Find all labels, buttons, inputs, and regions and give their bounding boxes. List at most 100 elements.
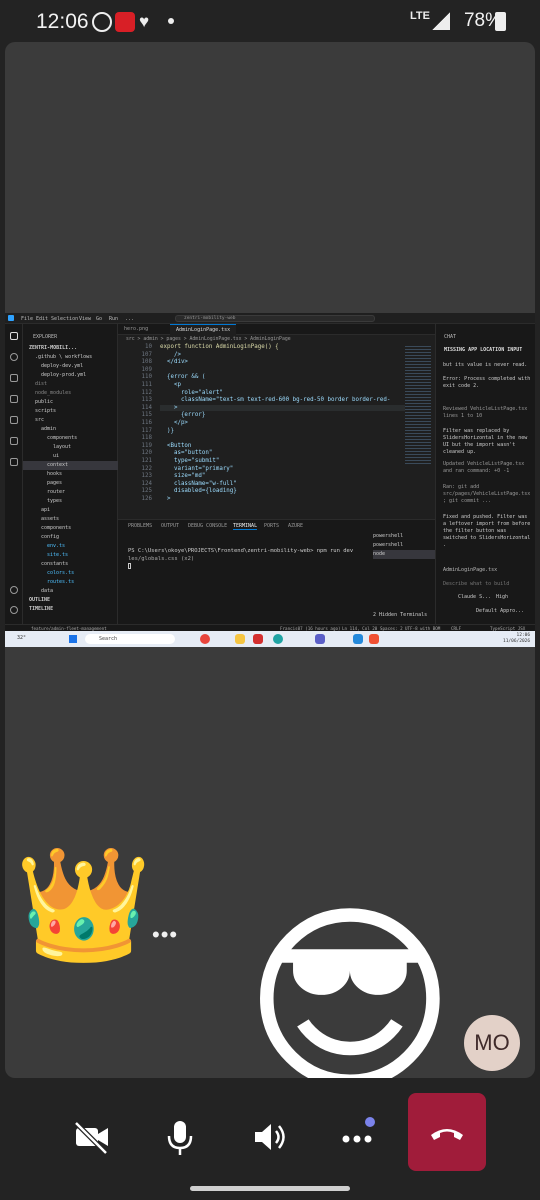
code-editor[interactable]: hero.png AdminLoginPage.tsx src > admin …: [118, 324, 435, 519]
tab-output[interactable]: OUTPUT: [161, 523, 179, 529]
vscode-title-bar: File Edit Selection View Go Run ... zent…: [5, 313, 535, 324]
settings-gear-icon[interactable]: [10, 606, 18, 614]
tab-ports[interactable]: PORTS: [264, 523, 279, 529]
code-line: >: [160, 496, 171, 502]
tab-debug-console[interactable]: DEBUG CONSOLE: [188, 523, 227, 529]
speaker-button[interactable]: [247, 1115, 291, 1159]
hang-up-button[interactable]: [408, 1093, 486, 1171]
tree-item[interactable]: deploy-dev.yml: [23, 362, 118, 371]
tab-azure[interactable]: AZURE: [288, 523, 303, 529]
tree-item[interactable]: ZENTRI-MOBILI...: [23, 344, 118, 353]
tree-item[interactable]: routes.ts: [23, 578, 118, 587]
breadcrumb[interactable]: src > admin > pages > AdminLoginPage.tsx…: [118, 335, 435, 344]
hidden-terminals[interactable]: 2 Hidden Terminals: [373, 611, 435, 620]
command-center-search[interactable]: zentri-mobility-web: [175, 315, 375, 322]
tree-item[interactable]: data: [23, 587, 118, 596]
minimap[interactable]: [405, 344, 431, 464]
tree-item[interactable]: router: [23, 488, 118, 497]
code-line: />: [160, 351, 181, 358]
participant-avatar[interactable]: MO: [464, 1015, 520, 1071]
main-video-tile[interactable]: File Edit Selection View Go Run ... zent…: [5, 42, 535, 1078]
tree-item[interactable]: hooks: [23, 470, 118, 479]
tree-item[interactable]: api: [23, 506, 118, 515]
vscode-icon[interactable]: [353, 634, 363, 644]
outline-section[interactable]: OUTLINE: [23, 596, 118, 605]
menu-file[interactable]: File: [21, 316, 33, 322]
tree-item[interactable]: config: [23, 533, 118, 542]
code-line: disabled={loading}: [160, 488, 237, 495]
menu-selection[interactable]: Selection: [51, 316, 78, 322]
tree-item[interactable]: .github \ workflows: [23, 353, 118, 362]
start-icon[interactable]: [69, 635, 77, 643]
extensions-icon[interactable]: [10, 416, 18, 424]
run-debug-icon[interactable]: [10, 395, 18, 403]
chat-file-chip[interactable]: AdminLoginPage.tsx: [443, 567, 531, 574]
camera-off-button[interactable]: [70, 1115, 114, 1159]
heart-icon: ♥: [139, 12, 150, 31]
tree-item[interactable]: types: [23, 497, 118, 506]
more-options-icon[interactable]: •••: [152, 922, 178, 948]
tree-item[interactable]: deploy-prod.yml: [23, 371, 118, 380]
tree-item[interactable]: node_modules: [23, 389, 118, 398]
terminal-item[interactable]: powershell: [373, 541, 435, 550]
chrome-icon[interactable]: [200, 634, 210, 644]
terminal-item[interactable]: node: [373, 550, 435, 559]
tree-item[interactable]: public: [23, 398, 118, 407]
menu-view[interactable]: View: [79, 316, 91, 322]
testing-icon[interactable]: [10, 458, 18, 466]
file-explorer-icon[interactable]: [235, 634, 245, 644]
chat-model-picker[interactable]: Claude S...: [458, 594, 498, 601]
menu-edit[interactable]: Edit: [36, 316, 48, 322]
home-indicator[interactable]: [190, 1186, 350, 1191]
tree-item[interactable]: layout: [23, 443, 118, 452]
account-icon[interactable]: [10, 586, 18, 594]
tree-item[interactable]: scripts: [23, 407, 118, 416]
source-control-icon[interactable]: [10, 374, 18, 382]
code-line: </div>: [160, 359, 188, 366]
line-number: 107: [141, 351, 152, 358]
editor-tabs: hero.png AdminLoginPage.tsx: [118, 324, 435, 335]
tab-hero-png[interactable]: hero.png: [118, 324, 154, 335]
tree-item[interactable]: site.ts: [23, 551, 118, 560]
terminal-output[interactable]: PS C:\Users\okoye\PROJECTS\Frontend\zent…: [128, 547, 353, 569]
tree-item[interactable]: env.ts: [23, 542, 118, 551]
azure-icon[interactable]: [10, 437, 18, 445]
search-icon[interactable]: [10, 353, 18, 361]
tree-item[interactable]: context: [23, 461, 118, 470]
tree-item[interactable]: pages: [23, 479, 118, 488]
weather-widget[interactable]: 32°: [17, 635, 26, 641]
taskbar-search[interactable]: Search: [85, 634, 175, 644]
menu-more[interactable]: ...: [125, 316, 134, 322]
tree-item[interactable]: colors.ts: [23, 569, 118, 578]
tree-item[interactable]: components: [23, 524, 118, 533]
line-number: 118: [141, 435, 152, 442]
terminal-item[interactable]: powershell: [373, 532, 435, 541]
microphone-button[interactable]: [158, 1115, 202, 1159]
menu-go[interactable]: Go: [96, 316, 102, 322]
tree-item[interactable]: dist: [23, 380, 118, 389]
tree-item[interactable]: components: [23, 434, 118, 443]
tab-terminal[interactable]: TERMINAL: [233, 523, 258, 530]
shared-screen[interactable]: File Edit Selection View Go Run ... zent…: [5, 313, 535, 647]
chat-message: Filter was replaced by SlidersHorizontal…: [443, 428, 528, 455]
teams-icon[interactable]: [315, 634, 325, 644]
tab-admin-login-page[interactable]: AdminLoginPage.tsx: [170, 324, 237, 335]
tree-item[interactable]: ui: [23, 452, 118, 461]
tree-item[interactable]: admin: [23, 425, 118, 434]
tree-item[interactable]: src: [23, 416, 118, 425]
git-icon[interactable]: [369, 634, 379, 644]
tab-problems[interactable]: PROBLEMS: [128, 523, 152, 529]
timeline-section[interactable]: TIMELINE: [23, 605, 118, 614]
chat-mode-picker[interactable]: High: [496, 594, 526, 601]
tree-item[interactable]: constants: [23, 560, 118, 569]
lte-icon: LTE: [410, 10, 430, 22]
edge-icon[interactable]: [273, 634, 283, 644]
acrobat-icon[interactable]: [253, 634, 263, 644]
files-icon[interactable]: [10, 332, 18, 340]
tree-item[interactable]: assets: [23, 515, 118, 524]
chat-footer[interactable]: Default Appro...: [476, 608, 532, 615]
chat-input[interactable]: Describe what to build: [443, 581, 531, 588]
battery-icon: [495, 12, 506, 31]
menu-run[interactable]: Run: [109, 316, 118, 322]
more-button[interactable]: [336, 1115, 380, 1159]
